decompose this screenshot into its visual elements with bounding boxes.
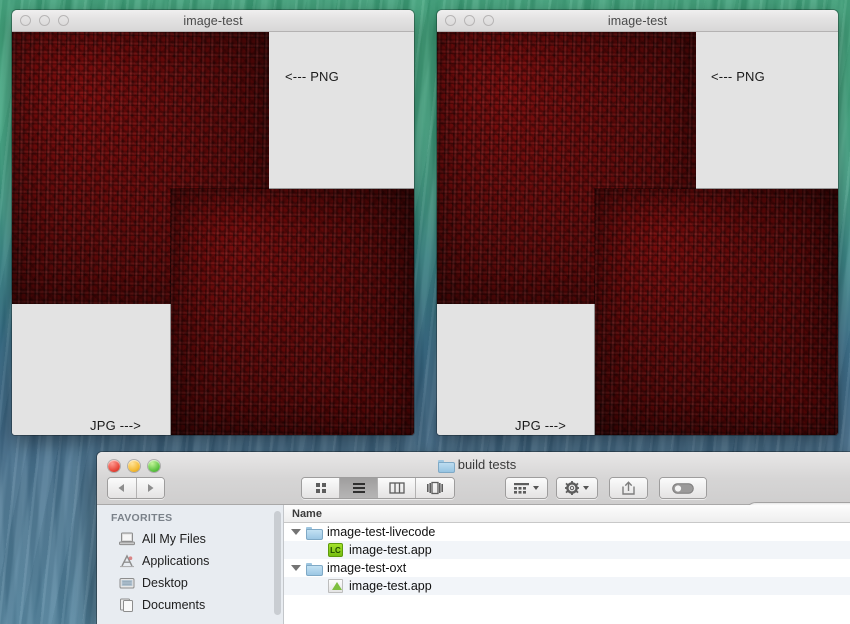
- column-view-button[interactable]: [378, 478, 416, 498]
- window-2-titlebar[interactable]: image-test: [437, 10, 838, 32]
- list-icon: [352, 483, 365, 493]
- finder-toolbar-row: [97, 477, 850, 524]
- forward-button[interactable]: [136, 478, 164, 498]
- jpg-image-window-1: [171, 189, 414, 435]
- table-row-empty[interactable]: [284, 595, 850, 613]
- nav-buttons[interactable]: [107, 477, 165, 499]
- desktop-icon: [119, 576, 135, 590]
- desktop[interactable]: image-test <--- PNG JPG ---> image-test …: [0, 0, 850, 624]
- tags-button-inner[interactable]: [660, 478, 706, 498]
- sidebar-item-label: Documents: [142, 598, 206, 612]
- disclosure-triangle-icon[interactable]: [291, 529, 301, 535]
- grid-dots-icon: [514, 482, 529, 494]
- tags-button[interactable]: [659, 477, 707, 499]
- folder-icon: [306, 562, 323, 576]
- window-1-traffic-lights[interactable]: [20, 15, 69, 26]
- finder-window[interactable]: build tests FAVORITES All My Files Appli…: [97, 452, 850, 624]
- applications-icon: [119, 554, 135, 568]
- zoom-button[interactable]: [483, 15, 494, 26]
- finder-window-title: build tests: [97, 457, 850, 473]
- file-name: image-test.app: [349, 543, 432, 557]
- window-2-title: image-test: [607, 13, 668, 28]
- tag-pill-icon: [672, 482, 694, 494]
- livecode-app-icon: LC: [328, 543, 343, 557]
- sidebar-item-applications[interactable]: Applications: [97, 550, 283, 572]
- finder-toolbar[interactable]: build tests: [97, 452, 850, 524]
- grid-icon: [315, 483, 326, 493]
- window-1-titlebar[interactable]: image-test: [12, 10, 414, 32]
- jpg-label-window-2: JPG --->: [515, 418, 567, 433]
- folder-icon: [437, 459, 455, 473]
- columns-icon: [388, 482, 405, 494]
- minimize-button[interactable]: [39, 15, 50, 26]
- all-my-files-icon: [119, 532, 135, 546]
- png-label-window-2: <--- PNG: [711, 69, 765, 84]
- sidebar-section-favorites: FAVORITES: [111, 512, 173, 524]
- coverflow-icon: [427, 481, 443, 495]
- view-mode-group[interactable]: [301, 477, 455, 499]
- finder-file-list[interactable]: Name image-test-livecode LC image-test.a…: [284, 505, 850, 624]
- action-menu-button[interactable]: [556, 477, 598, 499]
- share-icon: [622, 481, 635, 495]
- table-row[interactable]: LC image-test.app: [284, 541, 850, 559]
- openoffice-app-icon: [328, 579, 343, 593]
- file-name: image-test-oxt: [327, 561, 407, 575]
- forward-icon: [147, 484, 154, 492]
- sidebar-item-label: All My Files: [142, 532, 206, 546]
- action-menu-inner[interactable]: [557, 478, 597, 498]
- zoom-button[interactable]: [58, 15, 69, 26]
- file-name: image-test.app: [349, 579, 432, 593]
- png-label-window-1: <--- PNG: [285, 69, 339, 84]
- list-view-button[interactable]: [340, 478, 378, 498]
- table-row[interactable]: image-test-oxt: [284, 559, 850, 577]
- chevron-down-icon: [583, 486, 589, 490]
- back-button[interactable]: [108, 478, 137, 498]
- finder-body: FAVORITES All My Files Applications Desk…: [97, 505, 850, 624]
- sidebar-item-label: Desktop: [142, 576, 188, 590]
- coverflow-view-button[interactable]: [416, 478, 454, 498]
- sidebar-item-desktop[interactable]: Desktop: [97, 572, 283, 594]
- chevron-down-icon: [533, 486, 539, 490]
- arrange-by-button[interactable]: [505, 477, 548, 499]
- jpg-label-window-1: JPG --->: [90, 418, 142, 433]
- minimize-button[interactable]: [464, 15, 475, 26]
- window-1-title: image-test: [183, 13, 243, 28]
- file-name: image-test-livecode: [327, 525, 436, 539]
- window-2-traffic-lights[interactable]: [445, 15, 494, 26]
- close-button[interactable]: [20, 15, 31, 26]
- finder-sidebar[interactable]: FAVORITES All My Files Applications Desk…: [97, 505, 284, 624]
- image-test-window-1[interactable]: image-test <--- PNG JPG --->: [12, 10, 414, 435]
- icon-view-button[interactable]: [302, 478, 340, 498]
- back-icon: [118, 484, 125, 492]
- finder-title-text: build tests: [457, 457, 517, 472]
- gear-icon: [565, 481, 579, 495]
- table-row[interactable]: image-test.app: [284, 577, 850, 595]
- arrange-by-inner[interactable]: [506, 478, 547, 498]
- sidebar-item-all-my-files[interactable]: All My Files: [97, 528, 283, 550]
- documents-icon: [119, 598, 135, 612]
- column-header-name[interactable]: Name: [284, 505, 850, 523]
- jpg-image-window-2: [595, 189, 838, 435]
- folder-icon: [306, 526, 323, 540]
- sidebar-scrollbar[interactable]: [274, 511, 281, 615]
- window-1-content[interactable]: <--- PNG JPG --->: [12, 32, 414, 435]
- image-test-window-2[interactable]: image-test <--- PNG JPG --->: [437, 10, 838, 435]
- close-button[interactable]: [445, 15, 456, 26]
- sidebar-item-documents[interactable]: Documents: [97, 594, 283, 616]
- window-2-content[interactable]: <--- PNG JPG --->: [437, 32, 838, 435]
- sidebar-item-label: Applications: [142, 554, 210, 568]
- share-button-inner[interactable]: [610, 478, 647, 498]
- share-button[interactable]: [609, 477, 648, 499]
- table-row[interactable]: image-test-livecode: [284, 523, 850, 541]
- disclosure-triangle-icon[interactable]: [291, 565, 301, 571]
